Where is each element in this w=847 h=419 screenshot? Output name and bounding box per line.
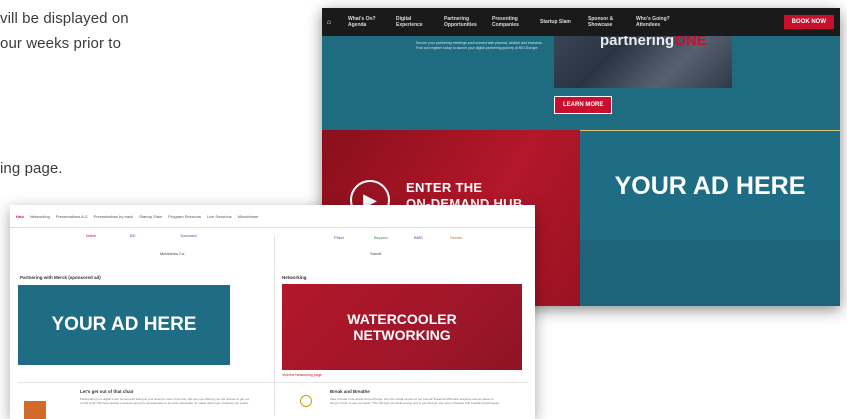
hub-line-1: ENTER THE [406, 180, 483, 195]
tab-hub[interactable]: Hub [16, 214, 24, 219]
tab-presentations-az[interactable]: Presentations A-Z [56, 214, 88, 219]
top-nav: ⌂ What's On? Agenda Digital Experience P… [322, 8, 840, 36]
column-divider [274, 235, 275, 415]
card-chair-text: Participating in a digital event comes w… [80, 397, 250, 405]
right-bottom-panel [580, 240, 840, 306]
sponsor-logo: twitch [86, 233, 97, 238]
partnering-panel-title: Partnering with Merck (sponsored ad) [20, 275, 101, 280]
home-icon[interactable]: ⌂ [322, 19, 336, 26]
nav-item-digital-experience[interactable]: Digital Experience [396, 16, 432, 28]
tab-startup-slam[interactable]: Startup Slam [139, 214, 162, 219]
card-breathe-title: Break and Breathe [330, 389, 370, 394]
ad-placeholder-right[interactable]: YOUR AD HERE [580, 130, 840, 241]
card-chair-title: Let's get out of that chair [80, 389, 134, 394]
sponsor-logo: Pfizer [334, 235, 345, 240]
sponsor-logo: Ypsomed [180, 233, 197, 238]
card-breathe-icon [300, 395, 312, 407]
tab-microbiome[interactable]: Microbiome [238, 214, 259, 219]
nav-item-startup-slam[interactable]: Startup Slam [540, 19, 576, 25]
nav-item-presenting[interactable]: Presenting Companies [492, 16, 528, 28]
book-now-button[interactable]: BOOK NOW [783, 15, 834, 29]
tab-presentations-track[interactable]: Presentations by track [94, 214, 134, 219]
networking-page-link[interactable]: Visit the Networking page [282, 373, 322, 377]
nav-item-agenda[interactable]: What's On? Agenda [348, 16, 384, 28]
background-text-line-2: our weeks prior to [0, 35, 122, 52]
background-text-line-3: ing page. [0, 160, 63, 177]
watercooler-line-1: WATERCOOLER [347, 311, 457, 327]
watercooler-networking-banner[interactable]: WATERCOOLER NETWORKING [282, 284, 522, 370]
section-divider [18, 382, 528, 383]
sponsor-logo: BMS [414, 235, 423, 240]
learn-more-button[interactable]: LEARN MORE [554, 96, 613, 114]
nav-item-attendees[interactable]: Who's Going? Attendees [636, 16, 672, 28]
hub-page-screenshot: Hub Networking Presentations A-Z Present… [10, 205, 535, 419]
tab-program-sessions[interactable]: Program Sessions [168, 214, 201, 219]
sponsor-logo: Medicines Co. [160, 251, 186, 256]
card-chair-thumbnail [24, 401, 46, 419]
sponsor-logo: BD [130, 233, 136, 238]
sponsor-logo: Beyond [374, 235, 388, 240]
networking-panel-title: Networking [282, 275, 307, 280]
background-text-line-1: vill be displayed on [0, 10, 129, 27]
tab-live-sessions[interactable]: Live Sessions [207, 214, 232, 219]
sponsor-logo: Servier [450, 235, 463, 240]
hero-text: Secure your partnering meetings and conn… [416, 41, 543, 50]
card-breathe-text: Take a break to de-stress and recharge. … [330, 397, 500, 405]
nav-item-sponsor[interactable]: Sponsor & Showcase [588, 16, 624, 28]
hub-tabs: Hub Networking Presentations A-Z Present… [10, 205, 535, 228]
sponsor-logos-left: twitch BD Ypsomed Medicines Co. [80, 231, 260, 265]
nav-item-partnering[interactable]: Partnering Opportunities [444, 16, 480, 28]
sponsor-logo: Sanofi [370, 251, 382, 256]
watercooler-line-2: NETWORKING [353, 327, 451, 343]
ad-placeholder-left[interactable]: YOUR AD HERE [18, 285, 230, 365]
tab-networking[interactable]: Networking [30, 214, 50, 219]
sponsor-logos-right: Pfizer Beyond BMS Servier Sanofi [330, 233, 510, 263]
